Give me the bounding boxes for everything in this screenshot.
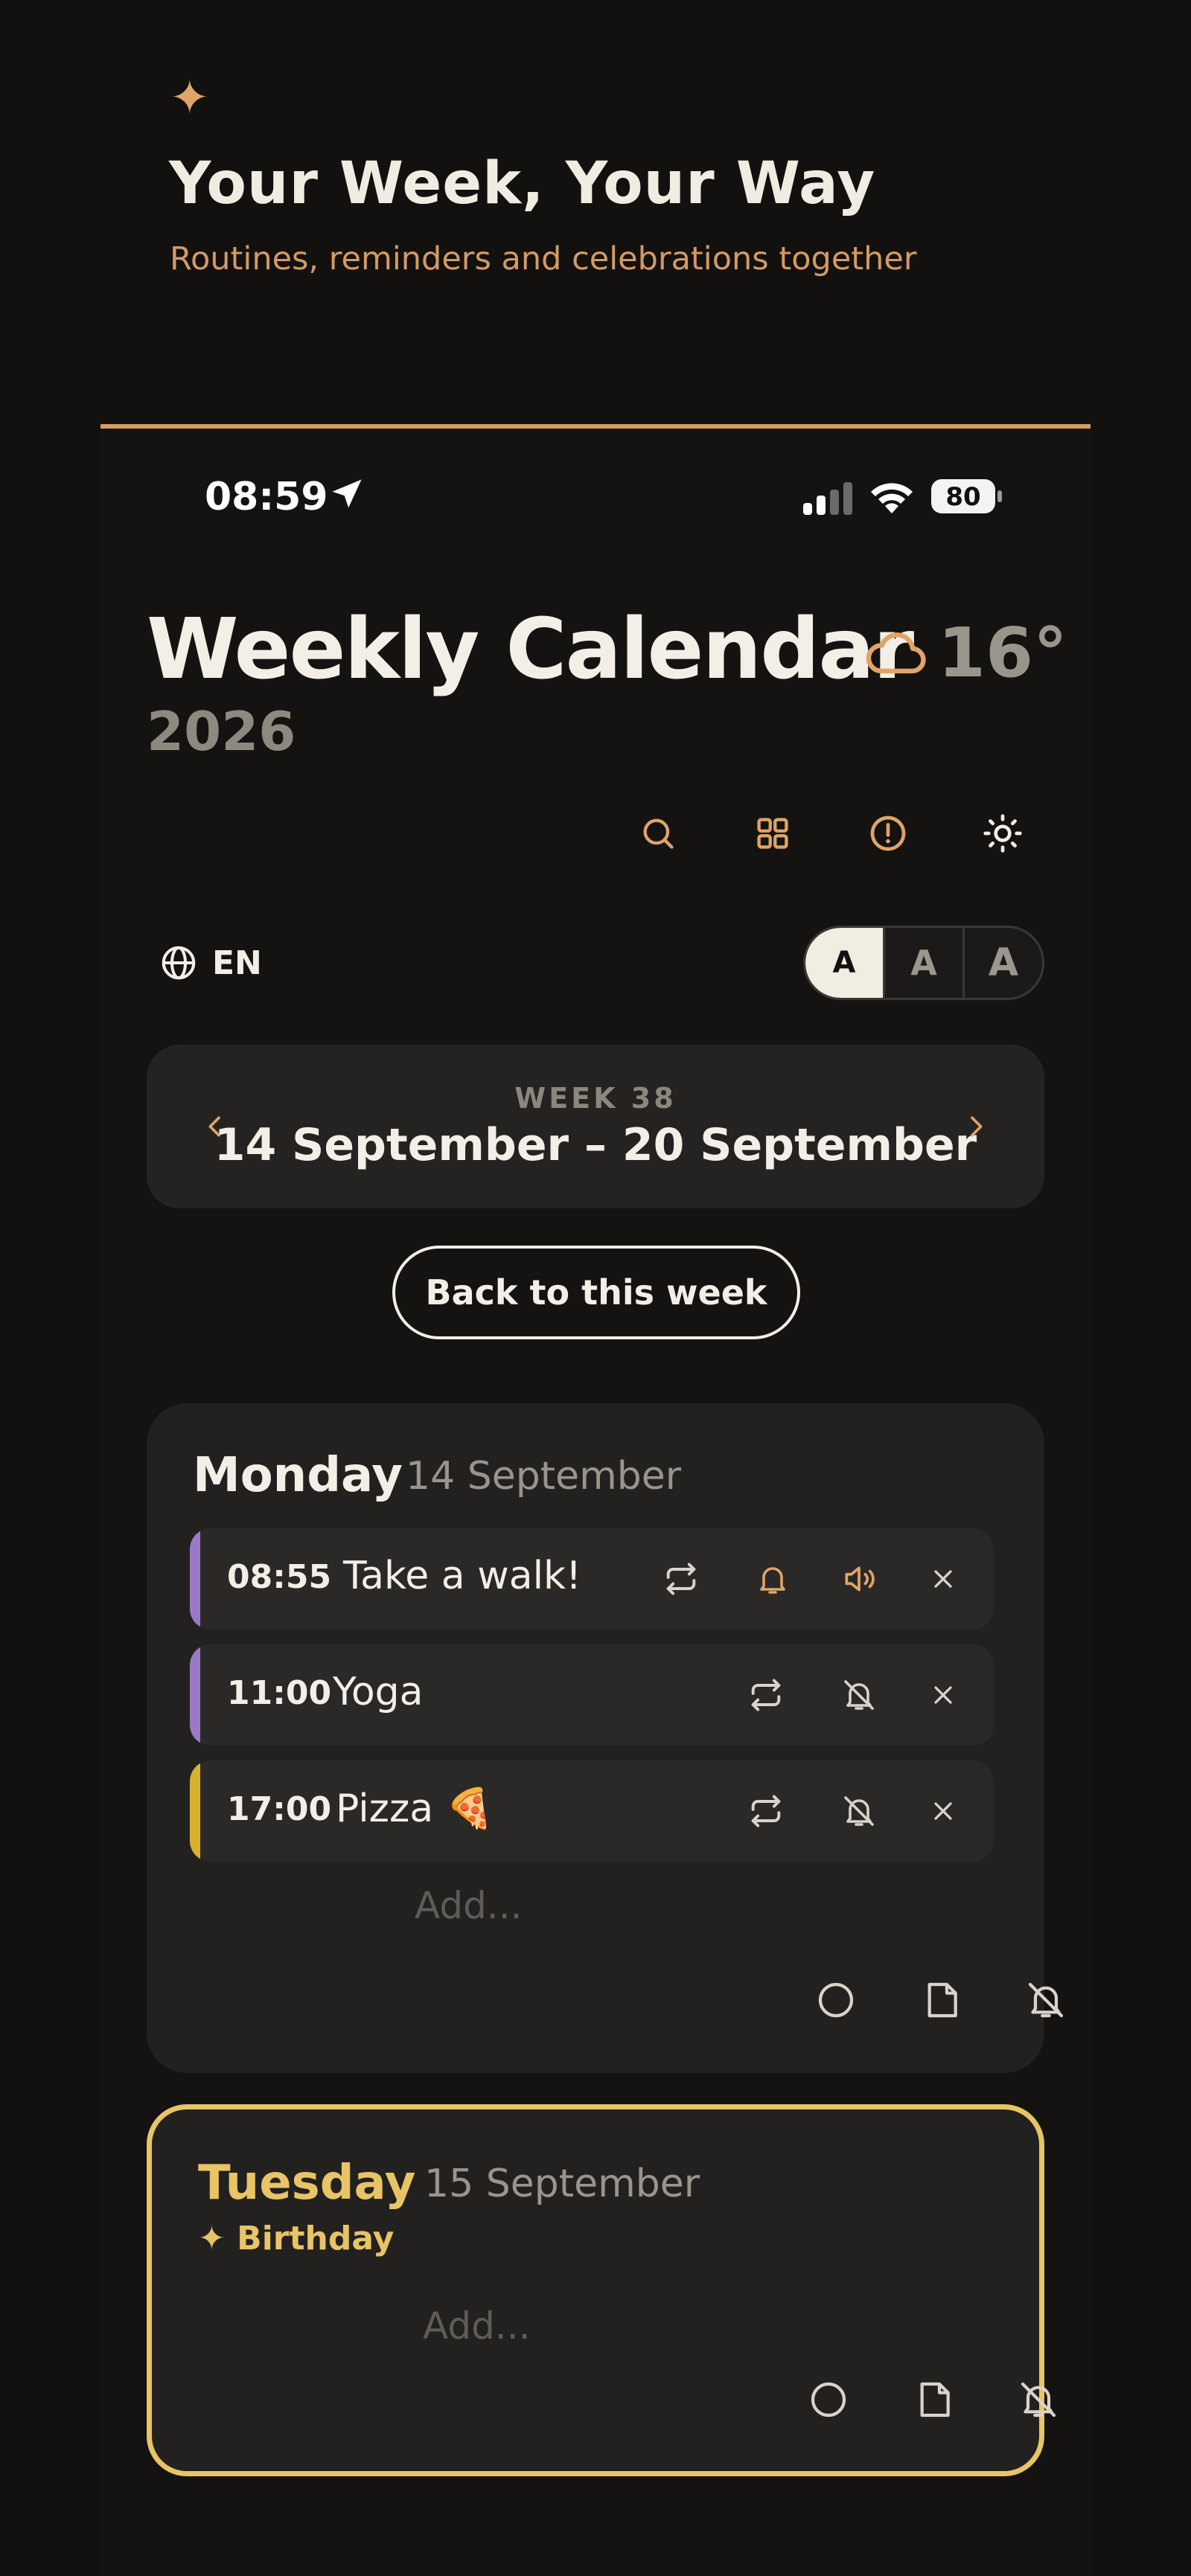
language-selector[interactable]: EN (159, 942, 262, 984)
delete-event-button[interactable] (921, 1789, 965, 1833)
note-icon (927, 1982, 957, 2018)
add-event-input[interactable]: Add... (423, 2304, 530, 2348)
battery-level: 80 (945, 482, 981, 512)
battery-indicator: 80 (931, 479, 1006, 515)
reminder-off-button[interactable] (1015, 2376, 1062, 2423)
event-color-bar (190, 1528, 200, 1630)
day-date: 14 September (406, 1454, 682, 1499)
globe-icon (162, 946, 196, 980)
grid-view-button[interactable] (747, 808, 798, 859)
cellular-signal-icon (803, 482, 852, 515)
sun-icon (983, 814, 1022, 853)
repeat-icon (666, 1563, 696, 1595)
event-time: 08:55 (227, 1558, 332, 1596)
sound-button[interactable] (837, 1557, 881, 1601)
wifi-icon (871, 483, 913, 513)
event-title: Take a walk! (343, 1554, 581, 1598)
close-icon (934, 1686, 952, 1704)
task-toggle-button[interactable] (812, 1976, 860, 2024)
font-size-large[interactable]: A (962, 928, 1042, 998)
close-icon (934, 1802, 952, 1820)
day-card-monday: Monday 14 September 08:55 Take a walk! 1… (147, 1403, 1064, 2073)
birthday-badge: ✦ Birthday (198, 2220, 395, 2258)
hero-subtitle: Routines, reminders and celebrations tog… (170, 240, 917, 278)
event-title: Pizza 🍕 (336, 1787, 494, 1831)
search-icon (643, 818, 674, 849)
alarm-off-button[interactable] (837, 1789, 881, 1833)
battery-cap (997, 490, 1002, 502)
reminder-off-button[interactable] (1022, 1976, 1070, 2024)
search-button[interactable] (633, 808, 683, 859)
bell-off-icon (844, 1796, 874, 1826)
event-time: 17:00 (227, 1790, 332, 1828)
font-size-medium[interactable]: A (883, 928, 962, 998)
temperature: 16° (938, 613, 1068, 693)
repeat-button[interactable] (659, 1557, 703, 1601)
alarm-off-button[interactable] (837, 1673, 881, 1717)
add-event-input[interactable]: Add... (415, 1884, 522, 1927)
bell-icon (760, 1567, 785, 1594)
note-icon (920, 2382, 950, 2418)
event-color-bar (190, 1760, 200, 1862)
page-year: 2026 (147, 700, 296, 763)
day-date: 15 September (424, 2162, 700, 2206)
close-icon (934, 1570, 952, 1588)
chevron-right-icon (971, 1116, 983, 1137)
repeat-icon (751, 1795, 781, 1827)
font-size-selector: A A A (803, 926, 1044, 1000)
back-to-this-week-button[interactable]: Back to this week (392, 1246, 800, 1339)
event-time: 11:00 (227, 1674, 332, 1712)
week-navigator: WEEK 38 14 September – 20 September (147, 1045, 1044, 1208)
language-label: EN (212, 943, 262, 982)
delete-event-button[interactable] (921, 1557, 965, 1601)
bell-off-icon (844, 1680, 874, 1710)
font-size-small[interactable]: A (805, 928, 883, 998)
event-item[interactable]: 08:55 Take a walk! (190, 1528, 994, 1630)
alert-icon (870, 816, 906, 851)
task-toggle-button[interactable] (805, 2376, 852, 2423)
hero-title: Your Week, Your Way (169, 150, 876, 217)
alarm-button[interactable] (750, 1557, 795, 1601)
note-button[interactable] (910, 2376, 958, 2423)
next-week-button[interactable] (954, 1104, 998, 1149)
event-color-bar (190, 1644, 200, 1746)
phone-screen: 08:59 80 Weekly Calendar 2026 16° EN A A… (100, 424, 1091, 2576)
location-arrow-icon (332, 479, 362, 508)
page-title: Weekly Calendar (147, 601, 914, 698)
bell-off-icon (1021, 2382, 1056, 2418)
cloud-icon (866, 632, 926, 674)
repeat-button[interactable] (744, 1673, 788, 1717)
event-title: Yoga (333, 1670, 424, 1714)
circle-icon (818, 1982, 854, 2018)
week-range: 14 September – 20 September (214, 1119, 977, 1171)
speaker-icon (845, 1566, 875, 1592)
bell-off-icon (1028, 1982, 1064, 2018)
note-button[interactable] (918, 1976, 965, 2024)
week-number: WEEK 38 (514, 1082, 677, 1115)
delete-event-button[interactable] (921, 1673, 965, 1717)
status-time: 08:59 (205, 475, 328, 519)
repeat-icon (751, 1679, 781, 1711)
event-item[interactable]: 17:00 Pizza 🍕 (190, 1760, 994, 1862)
theme-toggle-button[interactable] (977, 808, 1028, 859)
hero-section: ✦ Your Week, Your Way Routines, reminder… (0, 0, 1191, 428)
grid-icon (757, 818, 788, 849)
day-name: Tuesday (198, 2156, 416, 2211)
sparkle-icon: ✦ (170, 71, 210, 126)
day-name: Monday (193, 1448, 403, 1503)
alerts-button[interactable] (863, 808, 913, 859)
event-item[interactable]: 11:00 Yoga (190, 1644, 994, 1746)
circle-icon (811, 2382, 846, 2418)
status-bar: 08:59 80 (100, 429, 1091, 540)
repeat-button[interactable] (744, 1789, 788, 1833)
day-card-tuesday: Tuesday 15 September ✦ Birthday Add... (147, 2104, 1056, 2476)
